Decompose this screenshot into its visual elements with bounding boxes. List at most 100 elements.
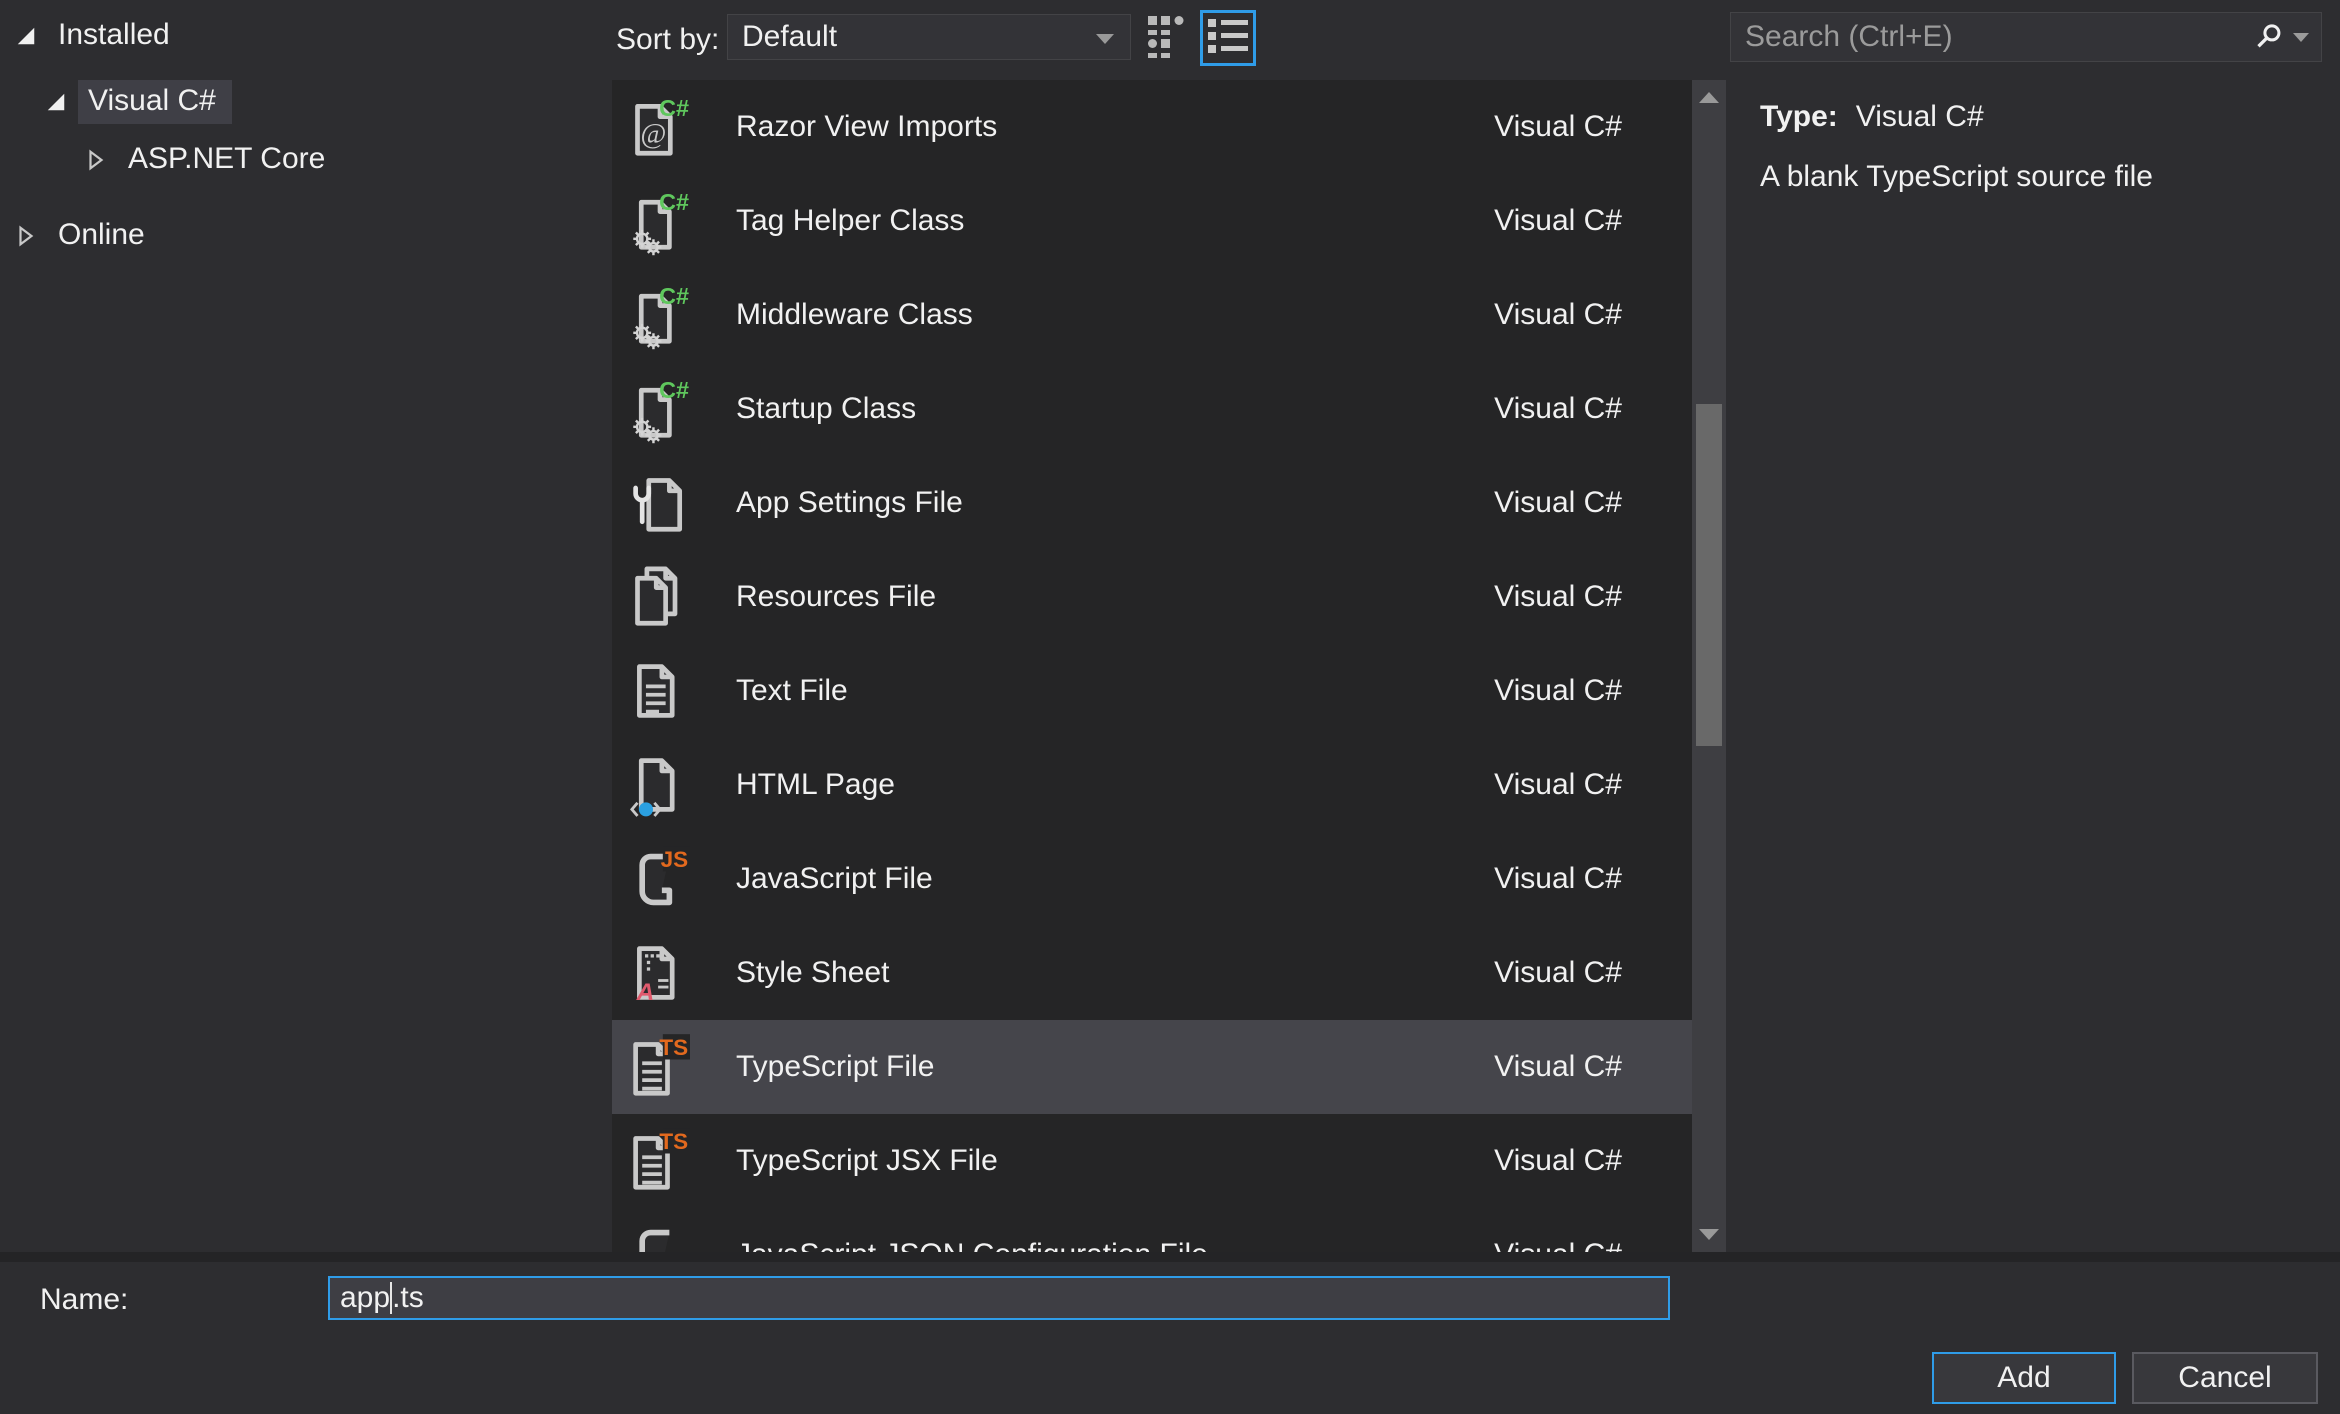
template-row[interactable]: A Style Sheet Visual C# [612, 926, 1692, 1020]
template-row[interactable]: C# Tag Helper Class Visual C# [612, 174, 1692, 268]
html-page-icon [628, 749, 692, 821]
template-name: Tag Helper Class [736, 204, 965, 237]
svg-text:C#: C# [659, 377, 689, 403]
template-language: Visual C# [1494, 768, 1622, 801]
sort-by-dropdown[interactable]: Default [727, 14, 1131, 60]
template-description: A blank TypeScript source file [1760, 160, 2153, 193]
template-row[interactable]: C# Middleware Class Visual C# [612, 268, 1692, 362]
collapsed-glyph-icon[interactable] [84, 148, 108, 172]
svg-text:A: A [636, 979, 655, 1006]
svg-text:C#: C# [659, 95, 689, 121]
svg-text:C#: C# [659, 189, 689, 215]
template-name: HTML Page [736, 768, 895, 801]
csharp-class-file-icon: C# [628, 373, 692, 445]
template-language: Visual C# [1494, 1144, 1622, 1177]
svg-text:TS: TS [659, 1129, 688, 1154]
scrollbar-thumb[interactable] [1696, 404, 1722, 746]
add-new-item-dialog: Installed Visual C# ASP.NET Core Online Sor… [0, 0, 2340, 1414]
search-placeholder: Search (Ctrl+E) [1745, 20, 1953, 53]
template-name: Resources File [736, 580, 937, 613]
template-language: Visual C# [1494, 204, 1622, 237]
template-name: JavaScript File [736, 862, 933, 895]
resources-file-icon [628, 561, 692, 633]
collapsed-glyph-icon[interactable] [14, 224, 38, 248]
template-language: Visual C# [1494, 298, 1622, 331]
name-label: Name: [40, 1283, 129, 1316]
template-row[interactable]: Text File Visual C# [612, 644, 1692, 738]
svg-text:JS: JS [661, 847, 689, 872]
template-row[interactable]: JavaScript JSON Configuration File Visual… [612, 1208, 1692, 1252]
sort-by-value: Default [742, 20, 838, 53]
template-row[interactable]: TS TypeScript File Visual C# [612, 1020, 1692, 1114]
template-row[interactable]: JS JavaScript File Visual C# [612, 832, 1692, 926]
search-input[interactable]: Search (Ctrl+E) [1730, 12, 2322, 62]
list-view-icon [1208, 17, 1248, 60]
template-name: Style Sheet [736, 956, 890, 989]
typescript-file-icon: TS [628, 1125, 692, 1197]
type-label: Type: [1760, 100, 1838, 133]
name-input-text-before-caret: app [340, 1281, 391, 1314]
template-row[interactable]: C# Startup Class Visual C# [612, 362, 1692, 456]
search-icon[interactable] [2255, 23, 2283, 51]
tree-item-label: Installed [58, 18, 170, 51]
template-language: Visual C# [1494, 486, 1622, 519]
name-input[interactable]: app .ts [328, 1276, 1670, 1320]
footer-separator [0, 1252, 2340, 1262]
tree-item-label: Visual C# [78, 80, 232, 124]
template-language: Visual C# [1494, 392, 1622, 425]
chevron-down-icon [1096, 34, 1114, 44]
template-language: Visual C# [1494, 862, 1622, 895]
expanded-glyph-icon[interactable] [14, 24, 38, 48]
tree-item-installed[interactable]: Installed [14, 14, 186, 58]
tree-item-online[interactable]: Online [14, 214, 161, 258]
name-input-text-after-caret: .ts [392, 1281, 424, 1314]
svg-text:TS: TS [659, 1035, 688, 1060]
template-name: JavaScript JSON Configuration File [736, 1238, 1208, 1252]
template-name: Startup Class [736, 392, 917, 425]
svg-text:@: @ [640, 119, 666, 150]
type-value: Visual C# [1855, 100, 1984, 133]
app-settings-file-icon [628, 467, 692, 539]
template-list: @ C# Razor View Imports Visual C# C# Tag Help… [612, 80, 1692, 1252]
expanded-glyph-icon[interactable] [44, 90, 68, 114]
details-panel: Type: Visual C# [1760, 100, 1984, 134]
template-row[interactable]: TS TypeScript JSX File Visual C# [612, 1114, 1692, 1208]
style-sheet-icon: A [628, 937, 692, 1009]
template-row[interactable]: App Settings File Visual C# [612, 456, 1692, 550]
cancel-button[interactable]: Cancel [2132, 1352, 2318, 1404]
vertical-scrollbar[interactable] [1692, 80, 1726, 1252]
template-language: Visual C# [1494, 1238, 1622, 1252]
template-language: Visual C# [1494, 110, 1622, 143]
tree-item-label: Online [58, 218, 145, 251]
small-icons-view-button[interactable] [1146, 14, 1192, 65]
template-row[interactable]: @ C# Razor View Imports Visual C# [612, 80, 1692, 174]
add-button[interactable]: Add [1932, 1352, 2116, 1404]
template-row[interactable]: HTML Page Visual C# [612, 738, 1692, 832]
template-name: Razor View Imports [736, 110, 998, 143]
search-options-chevron-icon[interactable] [2293, 32, 2309, 42]
template-language: Visual C# [1494, 956, 1622, 989]
tree-item-asp-net-core[interactable]: ASP.NET Core [84, 138, 341, 182]
template-language: Visual C# [1494, 674, 1622, 707]
template-name: TypeScript JSX File [736, 1144, 998, 1177]
template-name: App Settings File [736, 486, 963, 519]
svg-text:C#: C# [659, 283, 689, 309]
template-language: Visual C# [1494, 580, 1622, 613]
tree-item-label: ASP.NET Core [128, 142, 326, 175]
template-name: Middleware Class [736, 298, 973, 331]
typescript-file-icon: TS [628, 1031, 692, 1103]
scroll-up-arrow-icon[interactable] [1699, 92, 1719, 103]
template-name: Text File [736, 674, 848, 707]
json-config-file-icon [628, 1219, 692, 1252]
javascript-file-icon: JS [628, 843, 692, 915]
list-view-button[interactable] [1200, 10, 1256, 66]
scroll-down-arrow-icon[interactable] [1699, 1229, 1719, 1240]
small-icons-view-icon [1146, 14, 1192, 65]
template-language: Visual C# [1494, 1050, 1622, 1083]
sort-by-label: Sort by: [616, 23, 720, 56]
text-file-icon [628, 655, 692, 727]
csharp-class-file-icon: C# [628, 185, 692, 257]
template-row[interactable]: Resources File Visual C# [612, 550, 1692, 644]
template-name: TypeScript File [736, 1050, 935, 1083]
tree-item-visual-c[interactable]: Visual C# [44, 80, 232, 124]
